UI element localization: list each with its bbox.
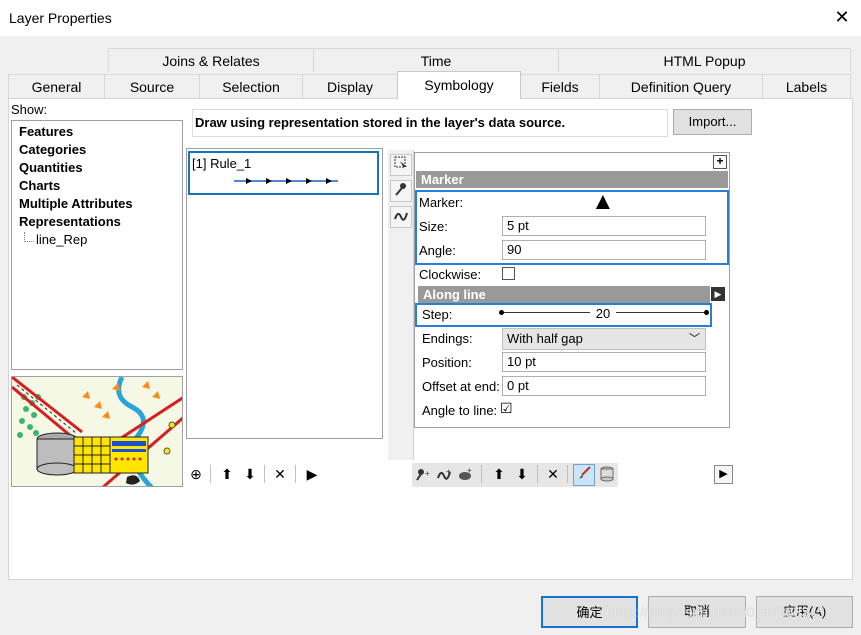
show-label: Show: bbox=[11, 102, 48, 117]
show-item-charts[interactable]: Charts bbox=[19, 178, 60, 193]
toolbar-separator bbox=[210, 465, 211, 483]
tab-symbology[interactable]: Symbology bbox=[397, 71, 521, 99]
offset-at-end-label: Offset at end: bbox=[422, 379, 500, 394]
close-icon[interactable]: ✕ bbox=[831, 6, 853, 28]
window-title: Layer Properties bbox=[9, 10, 112, 26]
more-arrow-icon[interactable]: ▶ bbox=[305, 466, 319, 483]
layer-up-icon[interactable]: ⬆ bbox=[491, 466, 507, 483]
toolbar-separator bbox=[567, 465, 568, 483]
tab-labels[interactable]: Labels bbox=[762, 74, 851, 98]
angle-to-line-checkbox[interactable]: ☑ bbox=[500, 400, 513, 417]
endings-label: Endings: bbox=[422, 331, 473, 346]
expand-arrow-icon[interactable]: ▶ bbox=[711, 287, 725, 301]
rule-label: [1] Rule_1 bbox=[192, 156, 252, 171]
show-subitem-line-rep[interactable]: line_Rep bbox=[36, 232, 87, 247]
step-slider-start-handle[interactable] bbox=[499, 310, 504, 315]
move-up-icon[interactable]: ⬆ bbox=[219, 466, 235, 483]
watermark-text: https://blog.csdn.net/m0_45363345 bbox=[606, 604, 825, 620]
angle-field[interactable]: 90 bbox=[502, 240, 706, 260]
size-field[interactable]: 5 pt bbox=[502, 216, 706, 236]
description-text: Draw using representation stored in the … bbox=[195, 115, 566, 130]
tab-selection[interactable]: Selection bbox=[199, 74, 303, 98]
database-icon[interactable] bbox=[599, 466, 615, 485]
svg-text:+: + bbox=[425, 469, 430, 478]
marker-triangle-icon[interactable]: ▲ bbox=[591, 188, 615, 216]
show-item-categories[interactable]: Categories bbox=[19, 142, 86, 157]
show-item-multiple-attributes[interactable]: Multiple Attributes bbox=[19, 196, 133, 211]
clockwise-checkbox[interactable] bbox=[502, 267, 515, 280]
tree-connector bbox=[24, 232, 34, 242]
right-arrow-icon[interactable]: ▶ bbox=[714, 465, 733, 484]
show-item-quantities[interactable]: Quantities bbox=[19, 160, 83, 175]
toolbar-separator bbox=[537, 465, 538, 483]
rule-preview-line bbox=[234, 178, 338, 184]
svg-text:+: + bbox=[467, 466, 472, 475]
move-down-icon[interactable]: ⬇ bbox=[242, 466, 258, 483]
add-rule-icon[interactable]: ⊕ bbox=[189, 466, 203, 483]
layer-down-icon[interactable]: ⬇ bbox=[514, 466, 530, 483]
stroke-layer-icon[interactable] bbox=[390, 206, 412, 228]
angle-to-line-label: Angle to line: bbox=[422, 403, 498, 418]
step-highlight-box bbox=[415, 303, 712, 327]
tab-display[interactable]: Display bbox=[302, 74, 398, 98]
toolbar-separator bbox=[295, 465, 296, 483]
show-item-features[interactable]: Features bbox=[19, 124, 73, 139]
chevron-down-icon: ﹀ bbox=[689, 333, 700, 345]
tab-definition-query[interactable]: Definition Query bbox=[599, 74, 763, 98]
endings-value: With half gap bbox=[507, 331, 583, 346]
endings-dropdown[interactable]: With half gap ﹀ bbox=[502, 328, 706, 350]
step-label: Step: bbox=[422, 307, 453, 322]
add-layer-icon[interactable]: + bbox=[713, 155, 727, 169]
clockwise-label: Clockwise: bbox=[419, 267, 482, 282]
add-stroke-icon[interactable]: + bbox=[435, 466, 453, 485]
representation-preview-image bbox=[11, 376, 183, 487]
show-subitem-row: line_Rep bbox=[12, 232, 162, 250]
marker-header: Marker bbox=[416, 171, 728, 188]
marker-layer-icon[interactable] bbox=[390, 180, 412, 202]
tab-joins-relates[interactable]: Joins & Relates bbox=[108, 48, 314, 72]
tab-source[interactable]: Source bbox=[104, 74, 200, 98]
along-line-header: Along line bbox=[418, 286, 710, 303]
svg-text:+: + bbox=[446, 467, 451, 476]
import-button[interactable]: Import... bbox=[673, 109, 752, 135]
show-list[interactable]: Features Categories Quantities Charts Mu… bbox=[11, 120, 183, 370]
position-field[interactable]: 10 pt bbox=[502, 352, 706, 372]
select-symbol-icon[interactable] bbox=[390, 154, 412, 176]
title-bar bbox=[0, 0, 861, 36]
position-label: Position: bbox=[422, 355, 472, 370]
delete-layer-icon[interactable]: ✕ bbox=[545, 466, 561, 483]
step-value[interactable]: 20 bbox=[590, 306, 616, 321]
add-marker-icon[interactable]: + bbox=[414, 466, 432, 485]
tab-time[interactable]: Time bbox=[313, 48, 559, 72]
offset-at-end-field[interactable]: 0 pt bbox=[502, 376, 706, 396]
size-label: Size: bbox=[419, 219, 448, 234]
tab-general[interactable]: General bbox=[8, 74, 105, 98]
tab-html-popup[interactable]: HTML Popup bbox=[558, 48, 851, 72]
show-item-representations[interactable]: Representations bbox=[19, 214, 121, 229]
delete-rule-icon[interactable]: ✕ bbox=[272, 466, 288, 483]
tab-fields[interactable]: Fields bbox=[520, 74, 600, 98]
add-fill-icon[interactable]: + bbox=[456, 466, 474, 485]
step-slider-end-handle[interactable] bbox=[704, 310, 709, 315]
marker-label: Marker: bbox=[419, 195, 464, 210]
toolbar-separator bbox=[264, 465, 265, 483]
toolbar-separator bbox=[481, 465, 482, 483]
paint-brush-icon[interactable] bbox=[573, 464, 595, 486]
angle-label: Angle: bbox=[419, 243, 456, 258]
